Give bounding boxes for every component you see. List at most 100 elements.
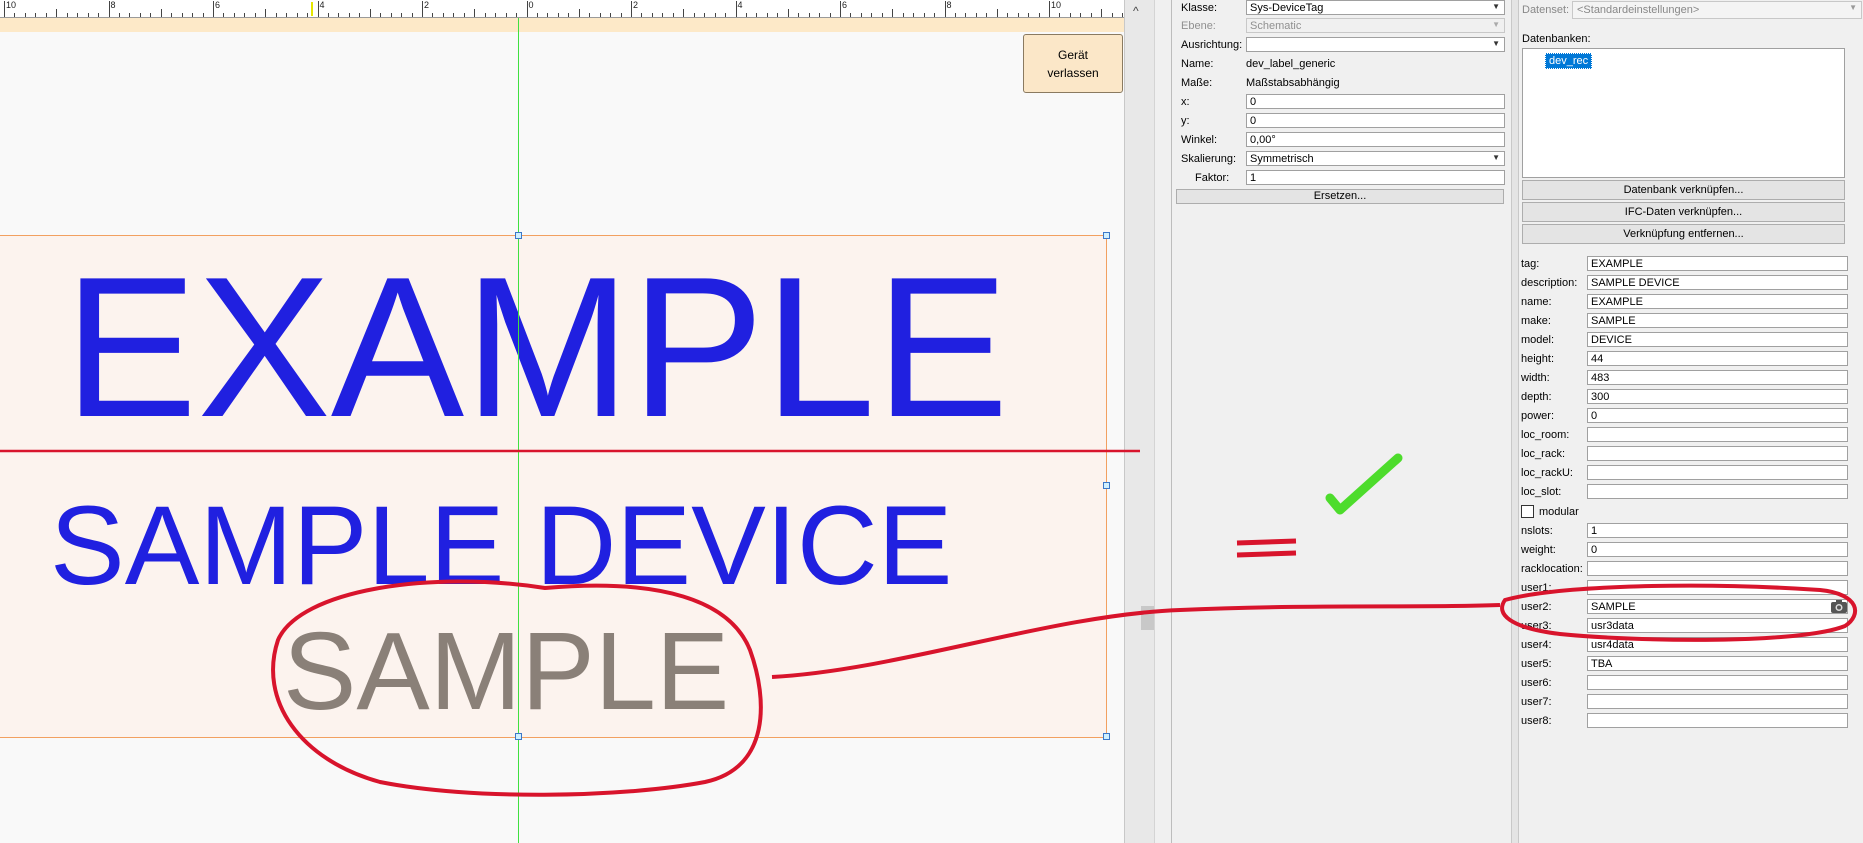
record-field-row: user4: usr4data — [1519, 637, 1863, 653]
ruler-minor-tick — [1038, 13, 1040, 17]
camera-icon[interactable] — [1830, 599, 1848, 614]
ruler-minor-tick — [380, 13, 382, 17]
record-field-input[interactable]: DEVICE — [1587, 332, 1848, 347]
record-field-input[interactable]: 300 — [1587, 389, 1848, 404]
ruler-major-tick — [526, 1, 528, 17]
record-field-input[interactable]: usr3data — [1587, 618, 1848, 633]
record-field-row: user2: SAMPLE — [1519, 599, 1863, 615]
record-field-label: user5: — [1521, 658, 1552, 670]
record-field-input[interactable] — [1587, 427, 1848, 442]
record-field-input[interactable] — [1587, 561, 1848, 576]
ruler-minor-tick — [589, 13, 591, 17]
ruler-minor-tick — [56, 9, 58, 17]
ruler-minor-tick — [286, 13, 288, 17]
ruler-minor-tick — [881, 13, 883, 17]
panel-splitter[interactable] — [1154, 0, 1172, 843]
layer-row: Ebene: Schematic ▼ — [1176, 18, 1506, 34]
ruler-minor-tick — [411, 13, 413, 17]
record-field-label: name: — [1521, 296, 1552, 308]
exit-device-button[interactable]: Gerät verlassen — [1023, 34, 1123, 93]
record-field-label: user3: — [1521, 620, 1552, 632]
record-field-input[interactable] — [1587, 465, 1848, 480]
record-field-input[interactable]: EXAMPLE — [1587, 256, 1848, 271]
selection-handle-bottom-right[interactable] — [1103, 733, 1110, 740]
label-description-text[interactable]: SAMPLE DEVICE — [50, 490, 953, 602]
label-tag-text[interactable]: EXAMPLE — [64, 248, 1009, 448]
scaling-select[interactable]: Symmetrisch ▼ — [1246, 151, 1505, 166]
factor-input[interactable]: 1 — [1246, 170, 1505, 185]
angle-input[interactable]: 0,00° — [1246, 132, 1505, 147]
record-field-input[interactable] — [1587, 694, 1848, 709]
modular-checkbox[interactable] — [1521, 505, 1534, 518]
ruler-minor-tick — [87, 13, 89, 17]
record-field-row: weight: 0 — [1519, 542, 1863, 558]
y-label: y: — [1181, 115, 1190, 127]
ruler-minor-tick — [923, 13, 925, 17]
record-field-label: user6: — [1521, 677, 1552, 689]
label-make-text[interactable]: SAMPLE — [283, 617, 729, 727]
selection-handle-bottom-center[interactable] — [515, 733, 522, 740]
record-field-input[interactable]: 0 — [1587, 408, 1848, 423]
canvas-vertical-scrollbar[interactable]: ^ — [1124, 0, 1155, 843]
layer-select[interactable]: Schematic ▼ — [1246, 18, 1505, 33]
record-field-input[interactable] — [1587, 713, 1848, 728]
ruler-minor-tick — [275, 13, 277, 17]
ruler-minor-tick — [77, 13, 79, 17]
scrollbar-thumb[interactable] — [1141, 606, 1155, 630]
ruler-minor-tick — [902, 13, 904, 17]
selection-handle-top-right[interactable] — [1103, 232, 1110, 239]
ruler-minor-tick — [202, 13, 204, 17]
record-field-input[interactable]: SAMPLE DEVICE — [1587, 275, 1848, 290]
ruler-minor-tick — [401, 13, 403, 17]
class-label: Klasse: — [1181, 2, 1218, 14]
y-input[interactable]: 0 — [1246, 113, 1505, 128]
replace-button[interactable]: Ersetzen... — [1176, 189, 1504, 204]
record-field-label: loc_room: — [1521, 429, 1570, 441]
record-field-input[interactable] — [1587, 446, 1848, 461]
drawing-canvas[interactable]: 10 8 6 4 2 0 2 4 6 8 10 EXAMPLE SAMPLE DEVICE SAMP… — [0, 0, 1124, 843]
ruler-label: 2 — [633, 0, 639, 10]
record-field-row: power: 0 — [1519, 408, 1863, 424]
record-field-input[interactable]: usr4data — [1587, 637, 1848, 652]
record-field-input[interactable]: TBA — [1587, 656, 1848, 671]
panel-separator[interactable] — [1511, 0, 1519, 843]
record-field-input[interactable]: 44 — [1587, 351, 1848, 366]
record-field-row: loc_room: — [1519, 427, 1863, 443]
record-field-input[interactable]: 1 — [1587, 523, 1848, 538]
link-ifc-data-button[interactable]: IFC-Daten verknüpfen... — [1522, 202, 1845, 222]
dataset-select[interactable]: <Standardeinstellungen> ▼ — [1572, 1, 1862, 19]
link-database-button[interactable]: Datenbank verknüpfen... — [1522, 180, 1845, 200]
record-field-input[interactable]: 483 — [1587, 370, 1848, 385]
record-field-input[interactable]: SAMPLE — [1587, 599, 1848, 614]
record-field-input[interactable] — [1587, 484, 1848, 499]
record-field-input[interactable]: SAMPLE — [1587, 313, 1848, 328]
databases-list[interactable]: dev_rec — [1522, 48, 1845, 178]
class-select[interactable]: Sys-DeviceTag ▼ — [1246, 0, 1505, 15]
record-field-input[interactable] — [1587, 675, 1848, 690]
ruler-major-tick — [735, 1, 737, 17]
ruler-minor-tick — [327, 13, 329, 17]
ruler-label: 2 — [424, 0, 430, 10]
record-field-label: nslots: — [1521, 525, 1553, 537]
ruler-minor-tick — [1059, 13, 1061, 17]
remove-link-button[interactable]: Verknüpfung entfernen... — [1522, 224, 1845, 244]
record-field-row: description: SAMPLE DEVICE — [1519, 275, 1863, 291]
ruler-minor-tick — [610, 13, 612, 17]
alignment-select[interactable]: ▼ — [1246, 37, 1505, 52]
record-field-row: name: EXAMPLE — [1519, 294, 1863, 310]
name-row: Name: dev_label_generic — [1176, 56, 1506, 72]
selection-handle-top-center[interactable] — [515, 232, 522, 239]
record-field-row: loc_slot: — [1519, 484, 1863, 500]
record-field-input[interactable] — [1587, 580, 1848, 595]
ruler-minor-tick — [1090, 13, 1092, 17]
ruler-minor-tick — [1101, 9, 1103, 17]
record-field-input[interactable]: EXAMPLE — [1587, 294, 1848, 309]
scroll-up-icon[interactable]: ^ — [1133, 4, 1139, 18]
record-field-input[interactable]: 0 — [1587, 542, 1848, 557]
selection-handle-middle-right[interactable] — [1103, 482, 1110, 489]
x-input[interactable]: 0 — [1246, 94, 1505, 109]
ruler-minor-tick — [798, 13, 800, 17]
record-field-row: height: 44 — [1519, 351, 1863, 367]
ruler-minor-tick — [118, 13, 120, 17]
database-list-item[interactable]: dev_rec — [1545, 53, 1593, 69]
